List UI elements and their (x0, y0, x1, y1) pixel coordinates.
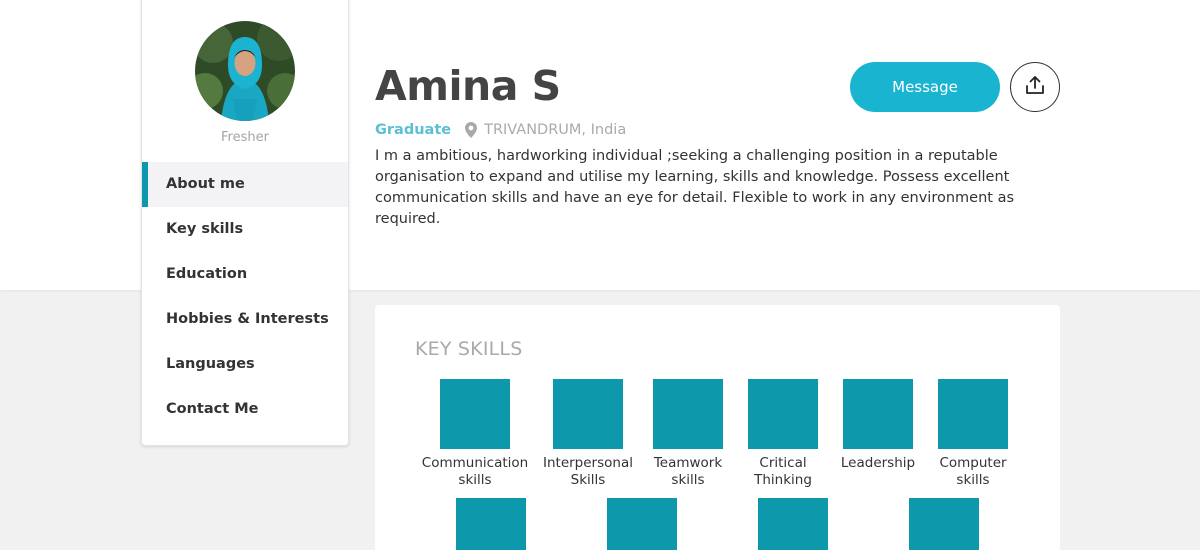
skill-tile (938, 379, 1008, 449)
skill-label: Computer skills (939, 455, 1007, 488)
key-skills-card: KEY SKILLS Communication skills Interpers… (375, 305, 1060, 550)
key-skills-title: KEY SKILLS (415, 338, 523, 360)
skill-tile (758, 498, 828, 550)
sidebar-item-contact-me[interactable]: Contact Me (142, 387, 348, 432)
skill-item: Communication skills (420, 379, 530, 489)
skill-label: Teamwork skills (653, 455, 723, 488)
profile-bio: I m a ambitious, hardworking individual … (375, 148, 1015, 227)
skill-tile (843, 379, 913, 449)
profile-location: TRIVANDRUM, India (484, 122, 627, 138)
skill-label: Interpersonal Skills (543, 455, 633, 488)
skill-label: Leadership (840, 455, 916, 471)
skill-item (909, 498, 979, 550)
sidebar-item-languages[interactable]: Languages (142, 342, 348, 387)
skill-item (607, 498, 677, 550)
sidebar-item-about-me[interactable]: About me (142, 162, 348, 207)
skill-tile (553, 379, 623, 449)
profile-name: Amina S (375, 62, 561, 110)
skill-tile (909, 498, 979, 550)
skill-item: Interpersonal Skills (538, 379, 638, 489)
profile-role-label: Fresher (221, 130, 269, 145)
location-pin-icon (465, 122, 478, 138)
profile-meta: Graduate TRIVANDRUM, India (375, 120, 626, 140)
skill-label: Critical Thinking (754, 455, 812, 488)
skill-item: Computer skills (923, 379, 1023, 489)
profile-sidebar: Fresher About me Key skills Education Ho… (141, 0, 349, 446)
sidebar-item-key-skills[interactable]: Key skills (142, 207, 348, 252)
skill-tile (653, 379, 723, 449)
skill-tile (456, 498, 526, 550)
sidebar-item-education[interactable]: Education (142, 252, 348, 297)
sidebar-item-hobbies-interests[interactable]: Hobbies & Interests (142, 297, 348, 342)
share-button[interactable] (1010, 62, 1060, 112)
skill-item (456, 498, 526, 550)
skill-label: Communication skills (421, 455, 529, 488)
skill-item: Critical Thinking (733, 379, 833, 489)
skill-tile (440, 379, 510, 449)
status-badge: Graduate (375, 122, 452, 138)
skill-item: Teamwork skills (638, 379, 738, 489)
skill-tile (607, 498, 677, 550)
share-upload-icon (1024, 74, 1046, 100)
profile-nav: About me Key skills Education Hobbies & … (142, 162, 348, 432)
skill-tile (748, 379, 818, 449)
avatar (195, 21, 295, 121)
skill-item: Leadership (828, 379, 928, 472)
message-button[interactable]: Message (850, 62, 1000, 112)
skill-item (758, 498, 828, 550)
